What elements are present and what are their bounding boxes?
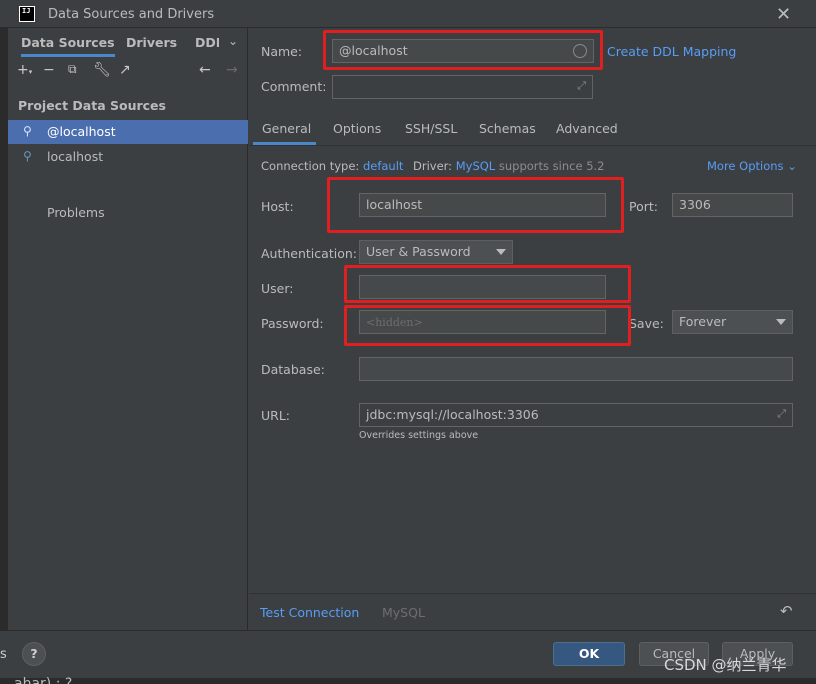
driver-label: Driver:: [413, 159, 453, 173]
user-label: User:: [261, 281, 294, 296]
host-label: Host:: [261, 199, 294, 214]
left-tabs: Data Sources Drivers DDL ⌄: [8, 32, 248, 57]
data-source-label: localhost: [47, 149, 104, 164]
dialog-footer: ? OK Cancel Apply CSDN @纳兰青华: [0, 630, 816, 678]
tab-divider: [249, 145, 816, 146]
password-field[interactable]: <hidden>: [359, 310, 606, 334]
expand-icon[interactable]: ⤢: [777, 407, 786, 421]
tab-ddl[interactable]: DDL: [195, 35, 219, 50]
tab-advanced[interactable]: Advanced: [556, 121, 618, 136]
dropdown-arrow-icon: [496, 249, 506, 255]
tab-ssh-ssl[interactable]: SSH/SSL: [405, 121, 457, 136]
expand-icon[interactable]: ⤢: [577, 79, 586, 93]
background-editor-strip: [0, 678, 816, 684]
window-title: Data Sources and Drivers: [48, 7, 215, 22]
add-icon[interactable]: +▾: [17, 62, 32, 78]
help-button[interactable]: ?: [22, 642, 46, 666]
url-value: jdbc:mysql://localhost:3306: [366, 407, 539, 422]
data-source-label: @localhost: [47, 124, 116, 139]
intellij-logo-icon: IJ: [19, 6, 35, 22]
background-code-fragment: ahar) : ?: [14, 676, 73, 684]
title-bar: IJ Data Sources and Drivers ✕: [0, 0, 816, 28]
port-field[interactable]: 3306: [672, 193, 793, 217]
csdn-watermark: CSDN @纳兰青华: [664, 656, 787, 674]
database-label: Database:: [261, 362, 325, 377]
more-options-link[interactable]: More Options ⌄: [707, 159, 797, 173]
back-arrow-icon[interactable]: ←: [199, 62, 211, 78]
color-circle-icon[interactable]: [573, 44, 587, 58]
mysql-dolphin-icon: ⚲: [23, 149, 32, 163]
background-text-fragment: s: [0, 647, 7, 662]
comment-label: Comment:: [261, 79, 327, 94]
close-icon[interactable]: ✕: [776, 4, 791, 25]
driver-row: Driver: MySQL supports since 5.2: [413, 159, 605, 173]
left-pane: Data Sources Drivers DDL ⌄ +▾ − ⧉ 🔧︎ ↗ ←…: [8, 28, 248, 630]
tab-schemas[interactable]: Schemas: [479, 121, 536, 136]
database-field[interactable]: [359, 357, 793, 381]
name-field[interactable]: @localhost: [332, 39, 594, 63]
url-label: URL:: [261, 408, 291, 423]
save-select[interactable]: Forever: [672, 310, 793, 334]
password-placeholder: <hidden>: [366, 316, 423, 329]
wrench-icon[interactable]: 🔧︎: [93, 62, 111, 78]
driver-link[interactable]: MySQL: [456, 159, 496, 173]
url-note: Overrides settings above: [359, 430, 479, 441]
problems-item[interactable]: Problems: [47, 205, 105, 220]
user-field[interactable]: [359, 275, 606, 299]
data-source-item[interactable]: ⚲ @localhost: [8, 120, 248, 144]
export-icon[interactable]: ↗: [119, 62, 131, 78]
chevron-down-icon: ⌄: [787, 159, 797, 173]
project-data-sources-title: Project Data Sources: [18, 98, 166, 113]
name-value: @localhost: [339, 43, 408, 58]
test-connection-link[interactable]: Test Connection: [260, 605, 359, 620]
tab-drivers[interactable]: Drivers: [126, 35, 177, 50]
forward-arrow-icon[interactable]: →: [226, 62, 238, 78]
tab-data-sources[interactable]: Data Sources: [21, 35, 115, 57]
background-ide-strip: [0, 28, 8, 684]
remove-icon[interactable]: −: [43, 62, 55, 78]
save-value: Forever: [679, 314, 727, 329]
data-source-item[interactable]: ⚲ localhost: [8, 145, 248, 169]
chevron-down-icon[interactable]: ⌄: [228, 34, 238, 48]
tab-general[interactable]: General: [262, 121, 311, 136]
left-toolbar: +▾ − ⧉ 🔧︎ ↗ ← →: [8, 62, 248, 84]
connection-type-label: Connection type:: [261, 159, 360, 173]
port-label: Port:: [629, 199, 658, 214]
copy-icon[interactable]: ⧉: [68, 62, 77, 77]
comment-field[interactable]: ⤢: [332, 75, 593, 99]
bottom-divider: [249, 593, 816, 594]
driver-note: supports since 5.2: [498, 159, 605, 173]
revert-icon[interactable]: ↶: [780, 602, 793, 620]
data-sources-dialog: IJ Data Sources and Drivers ✕ Data Sourc…: [0, 0, 816, 684]
url-field[interactable]: jdbc:mysql://localhost:3306 ⤢: [359, 403, 793, 427]
authentication-select[interactable]: User & Password: [359, 240, 513, 264]
create-ddl-mapping-link[interactable]: Create DDL Mapping: [607, 44, 736, 59]
connection-type-row: Connection type: default: [261, 159, 403, 173]
driver-footer-label: MySQL: [382, 605, 425, 620]
dropdown-arrow-icon: [776, 319, 786, 325]
host-field[interactable]: localhost: [359, 193, 606, 217]
authentication-value: User & Password: [366, 244, 471, 259]
name-label: Name:: [261, 44, 303, 59]
save-label: Save:: [629, 316, 664, 331]
tab-options[interactable]: Options: [333, 121, 381, 136]
more-options-label: More Options: [707, 159, 784, 173]
ok-button[interactable]: OK: [553, 642, 625, 666]
connection-type-link[interactable]: default: [363, 159, 403, 173]
right-pane: Name: @localhost Create DDL Mapping Comm…: [249, 28, 816, 630]
password-label: Password:: [261, 316, 324, 331]
authentication-label: Authentication:: [261, 246, 357, 261]
mysql-dolphin-icon: ⚲: [23, 124, 32, 138]
